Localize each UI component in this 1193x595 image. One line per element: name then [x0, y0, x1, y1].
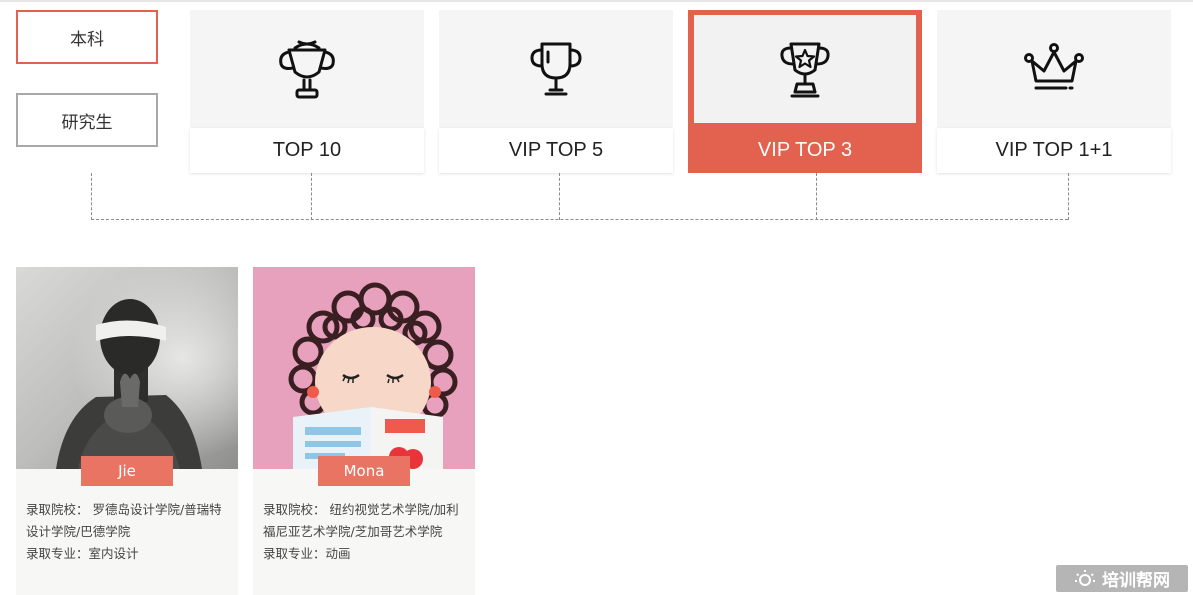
tier-card-top10[interactable]: TOP 10 [190, 10, 424, 173]
tier-label: VIP TOP 1+1 [937, 128, 1171, 173]
connector-line [311, 173, 312, 220]
connector-line [1068, 173, 1069, 220]
level-button-undergraduate[interactable]: 本科 [16, 10, 158, 64]
student-photo [16, 267, 238, 469]
connector-line [559, 173, 560, 220]
tier-card-vip-top5[interactable]: VIP TOP 5 [439, 10, 673, 173]
student-card[interactable]: Mona 录取院校： 纽约视觉艺术学院/加利福尼亚艺术学院/芝加哥艺术学院 录取… [253, 267, 475, 595]
student-card[interactable]: Jie 录取院校： 罗德岛设计学院/普瑞特设计学院/巴德学院 录取专业：室内设计 [16, 267, 238, 595]
sun-face-icon [1075, 569, 1095, 586]
watermark-text: 培训帮网 [1102, 571, 1170, 591]
student-name-tag: Jie [81, 456, 173, 486]
trophy-cup-icon [530, 42, 582, 96]
level-button-label: 本科 [70, 29, 104, 50]
student-info: 录取院校： 纽约视觉艺术学院/加利福尼亚艺术学院/芝加哥艺术学院 录取专业：动画 [263, 499, 468, 565]
tier-icon-area [937, 10, 1171, 128]
crown-icon [1024, 43, 1084, 90]
student-info: 录取院校： 罗德岛设计学院/普瑞特设计学院/巴德学院 录取专业：室内设计 [26, 499, 231, 565]
level-button-label: 研究生 [61, 112, 113, 133]
admission-major: 录取专业：室内设计 [26, 546, 139, 561]
admission-schools: 录取院校： 纽约视觉艺术学院/加利福尼亚艺术学院/芝加哥艺术学院 [263, 502, 459, 539]
tier-label: VIP TOP 5 [439, 128, 673, 173]
connector-line [91, 173, 92, 220]
trophy-laurel-icon [279, 40, 335, 99]
tier-icon-area [190, 10, 424, 128]
tier-card-vip-top1plus1[interactable]: VIP TOP 1+1 [937, 10, 1171, 173]
tier-label: TOP 10 [190, 128, 424, 173]
top-divider [0, 0, 1193, 2]
admission-major: 录取专业：动画 [263, 546, 351, 561]
connector-line [816, 173, 817, 220]
tier-label: VIP TOP 3 [688, 128, 922, 173]
level-button-graduate[interactable]: 研究生 [16, 93, 158, 147]
tier-icon-area [694, 15, 916, 123]
trophy-star-icon [780, 42, 830, 98]
connector-line [91, 219, 1068, 220]
admission-schools: 录取院校： 罗德岛设计学院/普瑞特设计学院/巴德学院 [26, 502, 222, 539]
student-photo [253, 267, 475, 469]
tier-icon-area [439, 10, 673, 128]
student-name-tag: Mona [318, 456, 410, 486]
tier-card-vip-top3[interactable]: VIP TOP 3 [688, 10, 922, 173]
watermark-logo: 培训帮网 [1056, 565, 1188, 592]
